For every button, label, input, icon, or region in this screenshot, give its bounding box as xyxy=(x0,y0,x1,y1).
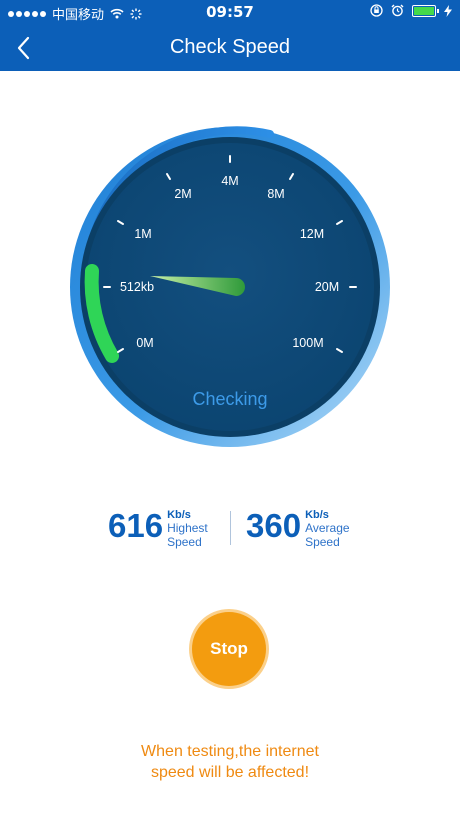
highest-speed-label-line1: Highest xyxy=(167,521,208,535)
tick-label-100m: 100M xyxy=(292,336,323,350)
tick-label-0m: 0M xyxy=(136,336,153,350)
highest-speed-stat: 616 Kb/s Highest Speed xyxy=(108,505,208,549)
page-title: Check Speed xyxy=(169,36,291,58)
average-speed-label-line2: Speed xyxy=(305,535,340,549)
status-right xyxy=(370,4,452,17)
highest-speed-label-line2: Speed xyxy=(167,535,202,549)
highest-speed-unit: Kb/s xyxy=(167,509,191,521)
warning-line1: When testing,the internet xyxy=(141,743,319,760)
rotation-lock-icon xyxy=(370,4,383,17)
tick-label-512kb: 512kb xyxy=(120,280,154,294)
average-speed-stat: 360 Kb/s Average Speed xyxy=(246,505,350,549)
tick-label-8m: 8M xyxy=(267,187,284,201)
alarm-icon xyxy=(391,4,404,17)
speed-stats: 616 Kb/s Highest Speed 360 Kb/s Average … xyxy=(0,503,460,563)
nav-bar: Check Speed xyxy=(0,25,460,71)
tick-label-4m: 4M xyxy=(221,174,238,188)
average-speed-meta: Kb/s Average Speed xyxy=(305,509,349,549)
tick-label-2m: 2M xyxy=(174,187,191,201)
average-speed-value: 360 xyxy=(246,507,302,544)
warning-message: When testing,the internet speed will be … xyxy=(80,741,380,783)
average-speed-label-line1: Average xyxy=(305,521,350,535)
speed-gauge: 0M 512kb 1M 2M 4M 8M 12M 20M 100M Checki… xyxy=(0,71,460,491)
speed-gauge-dial: 0M 512kb 1M 2M 4M 8M 12M 20M 100M Checki… xyxy=(70,126,390,447)
highest-speed-meta: Kb/s Highest Speed xyxy=(167,509,208,549)
average-speed-unit: Kb/s xyxy=(305,509,329,521)
tick-label-12m: 12M xyxy=(300,227,324,241)
highest-speed-value: 616 xyxy=(108,507,164,544)
stop-button[interactable]: Stop xyxy=(192,612,266,686)
status-bar: 中国移动 09:57 xyxy=(0,0,460,25)
gauge-status-text: Checking xyxy=(192,389,267,409)
tick-label-20m: 20M xyxy=(315,280,339,294)
charging-bolt-icon xyxy=(444,4,452,17)
tick-label-1m: 1M xyxy=(134,227,151,241)
battery-icon xyxy=(412,4,439,17)
warning-line2: speed will be affected! xyxy=(150,764,310,781)
stats-divider xyxy=(230,511,231,545)
